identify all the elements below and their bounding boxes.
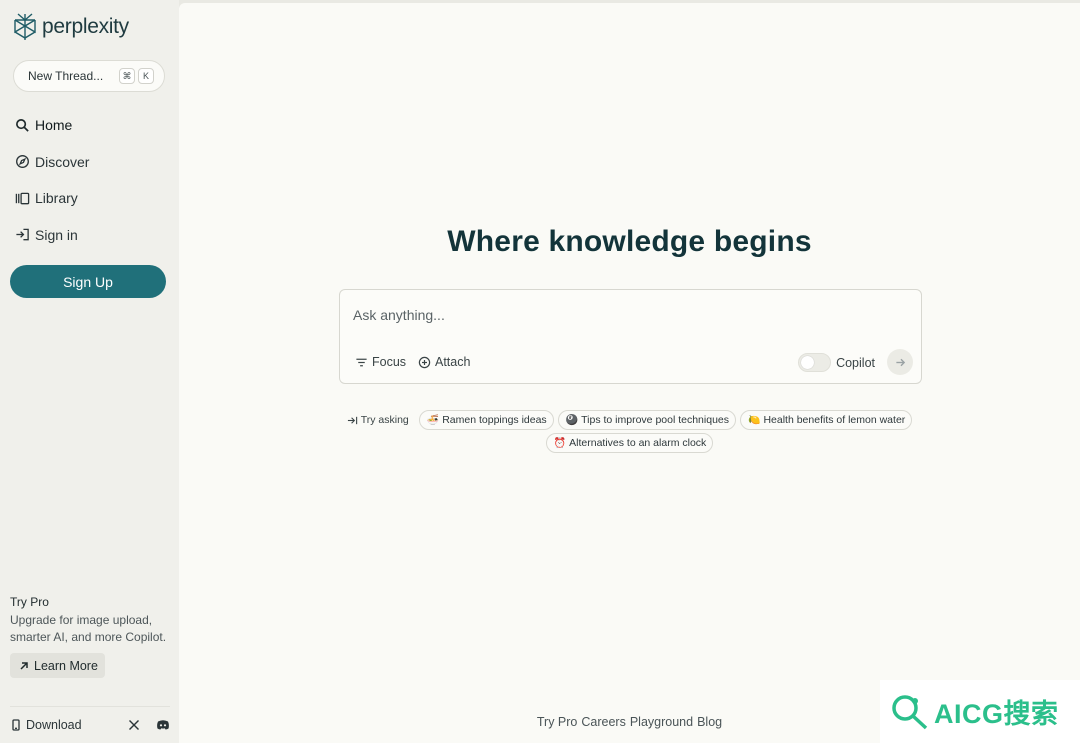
try-pro-promo: Try Pro Upgrade for image upload, smarte… xyxy=(10,595,170,678)
ask-input[interactable] xyxy=(353,305,893,325)
perplexity-logo-icon xyxy=(14,13,36,40)
mobile-device-icon xyxy=(12,719,20,731)
suggestion-label: Ramen toppings ideas xyxy=(442,414,547,426)
promo-title: Try Pro xyxy=(10,595,49,609)
logo[interactable]: perplexity xyxy=(12,12,129,42)
suggestion-chip[interactable]: 🎱 Tips to improve pool techniques xyxy=(557,410,736,430)
arrow-right-icon xyxy=(895,358,905,366)
suggestion-label: Alternatives to an alarm clock xyxy=(569,437,707,449)
shortcut-keys: ⌘ K xyxy=(119,68,154,84)
learn-more-button[interactable]: Learn More xyxy=(10,653,105,678)
learn-more-label: Learn More xyxy=(34,658,98,673)
social-links xyxy=(128,719,170,731)
arrow-right-into-icon xyxy=(347,416,357,424)
watermark-text: AICG搜索 xyxy=(934,699,1059,729)
compass-icon xyxy=(16,155,29,168)
library-icon xyxy=(15,192,30,204)
brand-name: perplexity xyxy=(42,15,129,38)
page-title: Where knowledge begins xyxy=(447,225,812,258)
ramen-icon: 🍜 xyxy=(426,414,440,426)
shortcut-key-cmd: ⌘ xyxy=(119,68,135,84)
shortcut-key-k: K xyxy=(138,68,154,84)
main-panel: Where knowledge begins Focus Attach Copi… xyxy=(179,3,1080,743)
footer-link-careers[interactable]: Careers xyxy=(581,715,625,729)
attach-button[interactable]: Attach xyxy=(418,355,470,369)
sign-up-button[interactable]: Sign Up xyxy=(10,265,166,298)
sidebar-item-label: Home xyxy=(35,117,73,133)
sign-in-icon xyxy=(16,228,29,241)
attach-label: Attach xyxy=(435,355,471,369)
try-asking-text: Try asking xyxy=(360,414,409,426)
focus-label: Focus xyxy=(372,355,407,369)
magnifier-logo-icon xyxy=(892,694,928,729)
sidebar-item-discover[interactable]: Discover xyxy=(15,149,89,175)
suggestions-row: Try asking 🍜 Ramen toppings ideas 🎱 Tips… xyxy=(179,410,1080,430)
alarm-clock-icon: ⏰ xyxy=(553,437,567,449)
download-label: Download xyxy=(26,718,82,732)
lemon-icon: 🍋 xyxy=(748,414,761,426)
plus-circle-icon xyxy=(418,356,431,368)
sidebar-footer: Download xyxy=(10,706,170,743)
footer-link-try-pro[interactable]: Try Pro xyxy=(537,715,578,729)
filter-lines-icon xyxy=(356,358,367,366)
suggestion-chip[interactable]: ⏰ Alternatives to an alarm clock xyxy=(545,433,714,453)
footer-link-blog[interactable]: Blog xyxy=(697,715,722,729)
toggle-switch[interactable] xyxy=(798,353,832,372)
suggestion-label: Health benefits of lemon water xyxy=(763,414,906,426)
sidebar-item-label: Sign in xyxy=(35,226,78,243)
sidebar: perplexity New Thread... ⌘ K Home Discov… xyxy=(0,0,179,743)
discord-icon[interactable] xyxy=(156,719,170,731)
sidebar-item-sign-in[interactable]: Sign in xyxy=(15,222,89,248)
new-thread-button[interactable]: New Thread... ⌘ K xyxy=(13,60,165,92)
search-icon xyxy=(16,118,29,132)
x-twitter-icon[interactable] xyxy=(128,719,140,731)
watermark: AICG搜索 xyxy=(880,680,1080,743)
suggestions-row: ⏰ Alternatives to an alarm clock xyxy=(179,433,1080,453)
submit-button[interactable] xyxy=(887,349,913,375)
focus-button[interactable]: Focus xyxy=(355,355,406,369)
sidebar-item-label: Discover xyxy=(35,153,90,170)
promo-description: Upgrade for image upload, smarter AI, an… xyxy=(10,613,167,644)
sidebar-nav: Home Discover Library Sign in xyxy=(15,112,89,258)
ask-box: Focus Attach Copilot xyxy=(339,289,922,384)
sidebar-item-library[interactable]: Library xyxy=(15,185,89,211)
suggestion-label: Tips to improve pool techniques xyxy=(581,414,729,426)
sidebar-item-home[interactable]: Home xyxy=(15,112,89,138)
footer-link-playground[interactable]: Playground xyxy=(630,715,693,729)
download-link[interactable]: Download xyxy=(10,718,82,732)
suggestion-chip[interactable]: 🍜 Ramen toppings ideas xyxy=(418,410,554,430)
sidebar-item-label: Library xyxy=(35,190,78,206)
new-thread-label: New Thread... xyxy=(28,69,104,83)
arrow-up-right-icon xyxy=(20,661,28,670)
copilot-toggle[interactable]: Copilot xyxy=(798,353,875,372)
try-asking-label: Try asking xyxy=(347,414,409,426)
copilot-label: Copilot xyxy=(836,355,875,370)
suggestion-chip[interactable]: 🍋 Health benefits of lemon water xyxy=(740,410,913,430)
pool-ball-icon: 🎱 xyxy=(565,414,579,426)
